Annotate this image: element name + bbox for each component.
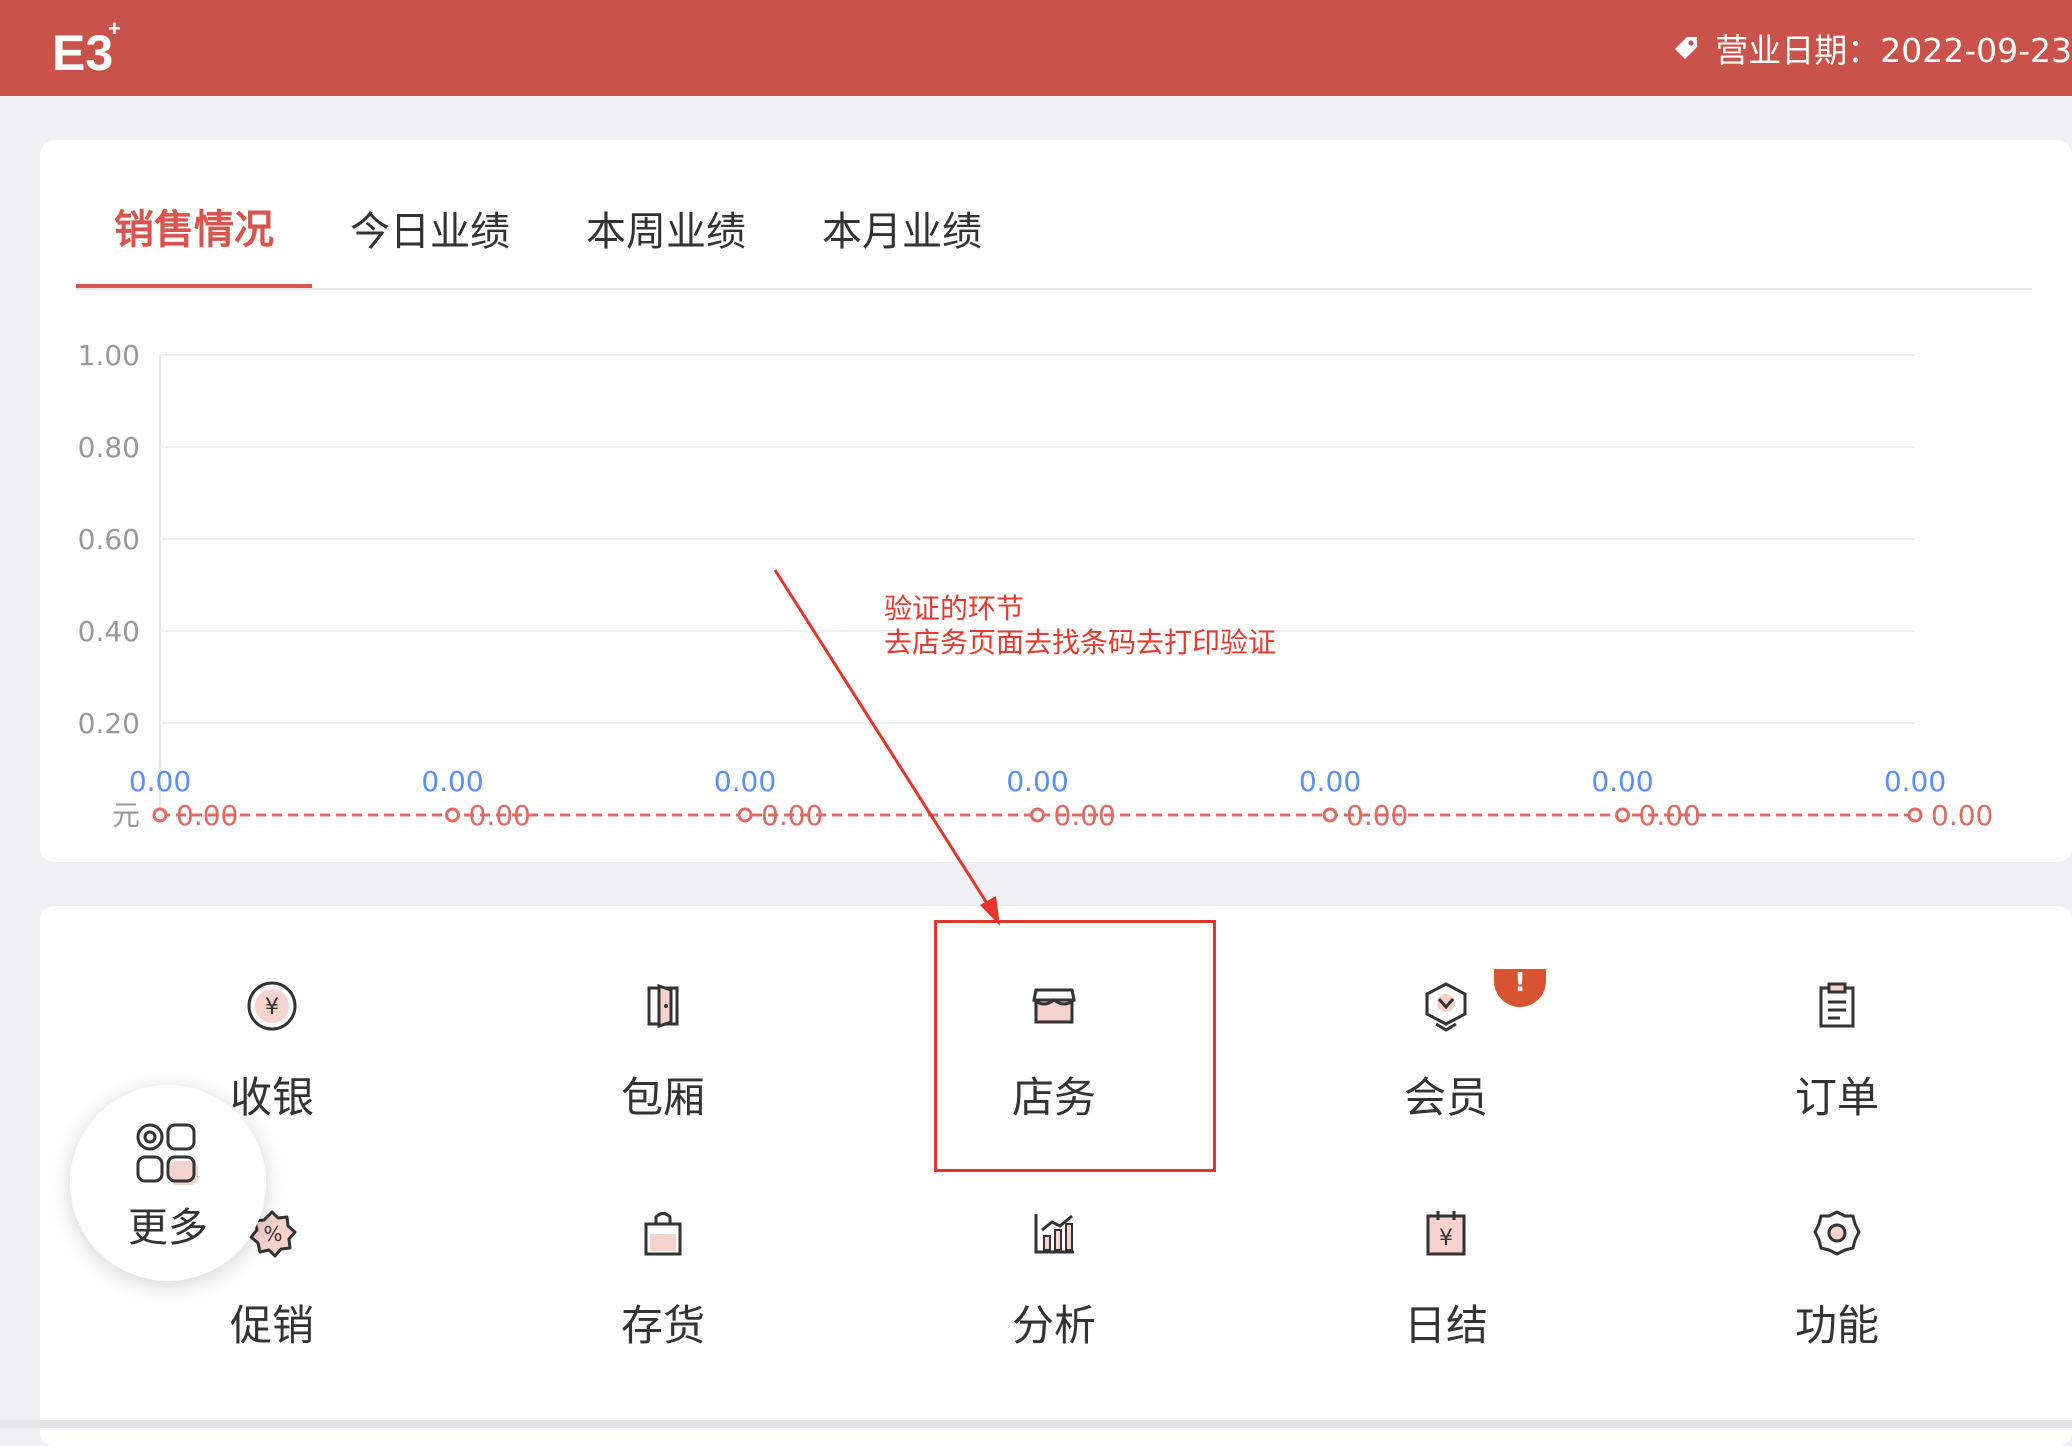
more-label: 更多 xyxy=(128,1205,208,1251)
order-button[interactable]: 订单 xyxy=(1707,976,1967,1156)
annotation-note: 验证的环节 去店务页面去找条码去打印验证 xyxy=(884,592,1276,660)
data-point xyxy=(445,807,460,823)
data-label-blue: 0.00 xyxy=(421,765,483,798)
data-label-red: 0.00 xyxy=(761,799,823,832)
y-tick-label: 0.20 xyxy=(78,707,140,740)
data-label-red: 0.00 xyxy=(1931,799,1993,832)
svg-text:¥: ¥ xyxy=(265,995,279,1020)
data-label-blue: 0.00 xyxy=(129,765,191,798)
annotation-highlight-box xyxy=(934,920,1216,1172)
member-icon xyxy=(1425,982,1467,1032)
data-point xyxy=(1907,807,1923,823)
daily-settlement-icon: ¥ xyxy=(1426,1211,1466,1256)
y-tick-label: 0.80 xyxy=(78,431,140,464)
inventory-button[interactable]: 存货 xyxy=(533,1204,793,1384)
data-point xyxy=(152,807,168,823)
y-tick-label: 0.60 xyxy=(78,523,140,556)
svg-text:%: % xyxy=(263,1222,282,1246)
data-label-blue: 0.00 xyxy=(714,765,776,798)
settings-icon xyxy=(1813,1210,1861,1256)
room-icon xyxy=(647,983,679,1029)
member-button[interactable]: 会员 xyxy=(1316,976,1576,1156)
data-point xyxy=(1030,807,1045,823)
svg-text:¥: ¥ xyxy=(1439,1226,1453,1251)
room-button[interactable]: 包厢 xyxy=(533,976,793,1156)
analysis-button[interactable]: 分析 xyxy=(924,1204,1184,1384)
data-label-red: 0.00 xyxy=(1346,799,1408,832)
data-label-blue: 0.00 xyxy=(1006,765,1068,798)
unit-label: 元 xyxy=(112,799,140,832)
data-point xyxy=(1322,807,1338,823)
settings-button[interactable]: 功能 xyxy=(1707,1204,1967,1384)
data-point xyxy=(1615,807,1630,823)
inventory-icon xyxy=(644,1212,682,1256)
data-label-blue: 0.00 xyxy=(1299,765,1361,798)
data-label-red: 0.00 xyxy=(176,799,238,832)
grid-menu-icon xyxy=(136,1123,198,1185)
annotation-line-1: 验证的环节 xyxy=(884,592,1025,625)
inventory-label: 存货 xyxy=(620,1301,705,1350)
data-label-red: 0.00 xyxy=(1054,799,1116,832)
analysis-label: 分析 xyxy=(1011,1301,1096,1350)
daily-settlement-label: 日结 xyxy=(1403,1301,1488,1350)
bottom-edge xyxy=(0,1420,2072,1428)
daily-settlement-button[interactable]: ¥ 日结 xyxy=(1316,1204,1576,1384)
member-label: 会员 xyxy=(1403,1073,1488,1122)
y-tick-label: 1.00 xyxy=(78,339,140,372)
data-label-red: 0.00 xyxy=(1639,799,1701,832)
sales-line-chart: 1.000.800.600.400.20元0.000.000.000.000.0… xyxy=(78,339,1994,832)
y-tick-label: 0.40 xyxy=(78,615,140,648)
data-label-red: 0.00 xyxy=(469,799,531,832)
room-label: 包厢 xyxy=(620,1073,705,1122)
promotion-label: 促销 xyxy=(229,1301,314,1350)
data-label-blue: 0.00 xyxy=(1591,765,1653,798)
annotation-line-2: 去店务页面去找条码去打印验证 xyxy=(884,626,1277,659)
data-point xyxy=(737,807,753,823)
more-button[interactable]: 更多 xyxy=(70,1085,266,1281)
order-icon xyxy=(1819,982,1855,1028)
cashier-icon: ¥ xyxy=(247,981,297,1031)
order-label: 订单 xyxy=(1794,1073,1879,1122)
settings-label: 功能 xyxy=(1794,1301,1879,1350)
data-label-blue: 0.00 xyxy=(1884,765,1946,798)
analysis-icon xyxy=(1034,1214,1074,1254)
